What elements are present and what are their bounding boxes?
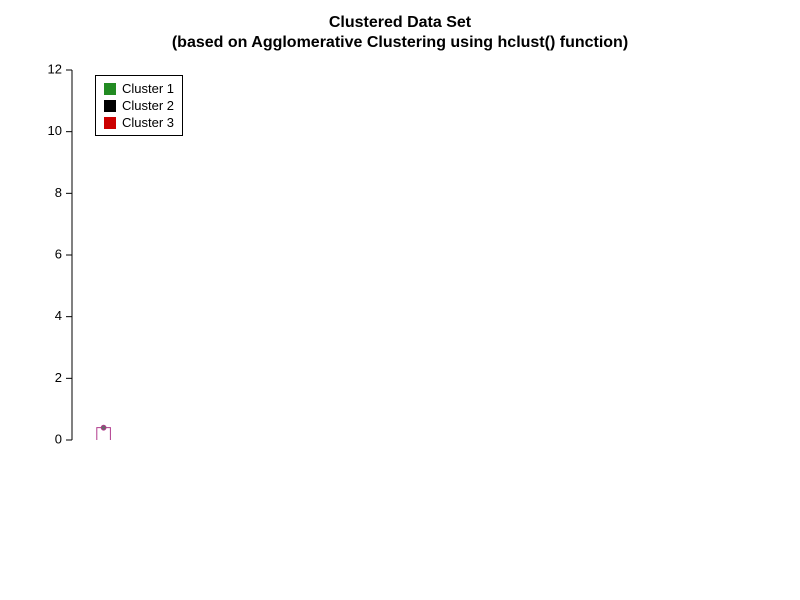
y-tick-label: 12	[48, 61, 62, 76]
y-tick-label: 4	[55, 308, 62, 323]
y-tick-label: 0	[55, 431, 62, 446]
y-tick-label: 2	[55, 370, 62, 385]
dendrogram-svg: 0 2 4 6 8 10 12	[0, 0, 800, 600]
y-tick-label: 6	[55, 246, 62, 261]
dendrogram-chart: Clustered Data Set (based on Agglomerati…	[0, 0, 800, 600]
merge-node	[101, 425, 106, 430]
y-tick-label: 10	[48, 123, 62, 138]
y-tick-label: 8	[55, 185, 62, 200]
